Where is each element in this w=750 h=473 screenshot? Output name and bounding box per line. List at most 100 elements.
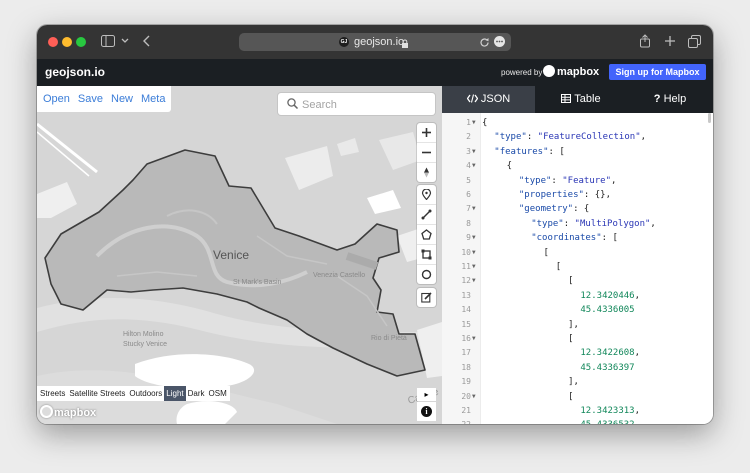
sidebar-icon[interactable] — [101, 35, 115, 50]
fold-toggle-icon[interactable]: ▼ — [472, 159, 476, 173]
draw-rectangle-button[interactable] — [417, 244, 436, 264]
collapse-panel-button[interactable]: ▸ — [417, 388, 436, 401]
json-punctuation: { — [482, 118, 488, 128]
code-line: 3 ▼ "features": [ — [442, 145, 713, 159]
minimize-window-button[interactable] — [62, 37, 72, 47]
zoom-in-button[interactable] — [417, 123, 436, 142]
json-punctuation: [ — [543, 247, 549, 258]
fold-toggle-icon[interactable]: ▼ — [472, 332, 476, 346]
draw-line-button[interactable] — [417, 204, 436, 224]
json-key: "type" — [494, 132, 527, 143]
signup-button[interactable]: Sign up for Mapbox — [609, 64, 706, 80]
json-punctuation: , — [634, 348, 640, 359]
compass-icon — [424, 167, 429, 178]
fold-toggle-icon[interactable]: ▼ — [472, 390, 476, 404]
code-text: { — [482, 116, 487, 130]
edit-button[interactable] — [417, 288, 436, 307]
meta-menu-item[interactable]: Meta — [141, 86, 165, 112]
fold-toggle-icon[interactable]: ▼ — [472, 116, 476, 130]
back-icon[interactable] — [143, 35, 151, 50]
line-number: 22 — [442, 418, 471, 424]
json-editor[interactable]: 1 ▼{2 "type": "FeatureCollection", 3 ▼ "featu… — [442, 113, 713, 424]
polygon-icon — [421, 229, 432, 240]
fold-toggle-icon[interactable]: ▼ — [472, 260, 476, 274]
style-streets[interactable]: Streets — [38, 386, 67, 401]
more-icon[interactable] — [494, 36, 505, 47]
url-text: geojson.io — [354, 36, 405, 48]
tab-json[interactable]: JSON — [442, 86, 535, 113]
code-line: 19], — [442, 375, 713, 389]
json-punctuation: : — [551, 175, 563, 186]
code-line: 5 "type": "Feature", — [442, 174, 713, 188]
code-text: "coordinates": [ — [531, 231, 618, 245]
attribution-button[interactable]: i — [417, 402, 436, 421]
json-punctuation: , — [634, 290, 640, 301]
mapbox-logo-icon — [543, 65, 555, 77]
brand-title[interactable]: geojson.io — [45, 65, 105, 79]
new-tab-icon[interactable] — [664, 35, 676, 50]
mapbox-logo[interactable]: mapbox — [543, 65, 599, 78]
tab-help[interactable]: ? Help — [627, 86, 713, 113]
zoom-window-button[interactable] — [76, 37, 86, 47]
style-osm[interactable]: OSM — [207, 386, 229, 401]
panel-tabs: JSON Table ? Help — [442, 86, 713, 113]
open-menu-item[interactable]: Open — [43, 86, 70, 112]
save-menu-item[interactable]: Save — [78, 86, 103, 112]
code-text: 45.4336397 — [580, 361, 634, 375]
map-canvas[interactable]: Venice St Mark's Basin Venezia Castello … — [37, 86, 442, 424]
json-string: "MultiPolygon" — [574, 218, 651, 229]
search-box[interactable] — [278, 93, 435, 115]
line-number: 6 — [466, 190, 471, 199]
line-number: 9 — [466, 233, 471, 243]
fold-toggle-icon[interactable]: ▼ — [472, 274, 476, 288]
draw-controls — [417, 185, 436, 284]
code-line: 17 12.3422608, — [442, 346, 713, 360]
code-text: "properties": {}, — [519, 188, 611, 202]
line-number: 17 — [461, 348, 471, 358]
code-line: 15], — [442, 318, 713, 332]
style-light[interactable]: Light — [164, 386, 186, 401]
json-punctuation: ], — [568, 377, 579, 388]
compass-button[interactable] — [417, 162, 436, 182]
code-line: 6 "properties": {}, — [442, 188, 713, 202]
draw-point-button[interactable] — [417, 185, 436, 204]
fold-toggle-icon[interactable]: ▼ — [472, 145, 476, 159]
share-icon[interactable] — [639, 34, 651, 51]
mapbox-watermark[interactable]: mapbox — [40, 405, 96, 419]
style-dark[interactable]: Dark — [186, 386, 207, 401]
json-punctuation: , — [634, 406, 640, 416]
draw-polygon-button[interactable] — [417, 224, 436, 244]
search-input[interactable] — [300, 96, 432, 114]
line-number: 5 — [466, 175, 471, 185]
tabs-icon[interactable] — [688, 35, 701, 51]
json-punctuation: [ — [555, 262, 562, 272]
json-punctuation: : {}, — [583, 190, 612, 200]
chevron-down-icon[interactable] — [121, 35, 129, 50]
code-line: 13 12.3420446, — [442, 289, 713, 303]
style-satellite-streets[interactable]: Satellite Streets — [67, 386, 127, 401]
close-window-button[interactable] — [48, 37, 58, 47]
address-bar[interactable]: GJ geojson.io — [239, 33, 511, 51]
fold-toggle-icon[interactable]: ▼ — [472, 246, 476, 260]
zoom-out-button[interactable] — [417, 142, 436, 162]
tab-table[interactable]: Table — [535, 86, 627, 113]
fold-toggle-icon[interactable]: ▼ — [472, 202, 476, 216]
code-line: 4 ▼ { — [442, 159, 713, 173]
map-style-switcher: Streets Satellite Streets Outdoors Light Dar… — [37, 386, 230, 401]
reload-icon[interactable] — [479, 36, 490, 54]
code-icon — [466, 94, 479, 103]
line-number: 13 — [461, 290, 471, 300]
code-line: 12 ▼ [ — [442, 274, 713, 288]
plus-icon — [422, 128, 431, 137]
json-string: "FeatureCollection" — [537, 132, 641, 143]
draw-circle-button[interactable] — [417, 264, 436, 284]
app-header: geojson.io powered by mapbox Sign up for… — [37, 59, 713, 86]
line-number: 8 — [466, 218, 471, 228]
fold-toggle-icon[interactable]: ▼ — [472, 231, 476, 245]
code-line: 18 45.4336397 — [442, 361, 713, 375]
json-key: "properties" — [518, 190, 584, 200]
json-number: 12.3422608 — [580, 348, 635, 359]
style-outdoors[interactable]: Outdoors — [127, 386, 164, 401]
new-menu-item[interactable]: New — [111, 86, 133, 112]
map-label-venezia: Venezia Castello — [313, 272, 365, 279]
